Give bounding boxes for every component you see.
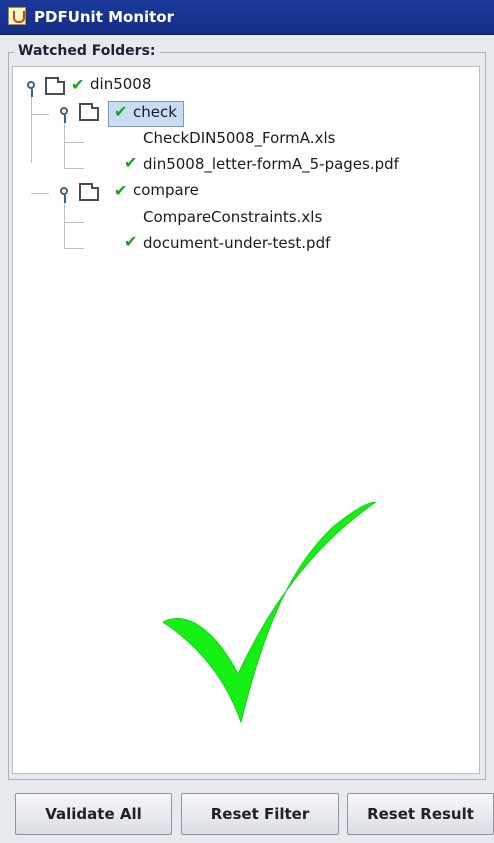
check-icon: ✔: [114, 181, 128, 200]
tree-item-file[interactable]: din5008_letter-formA_5-pages.pdf: [143, 155, 399, 173]
watched-folders-label: Watched Folders:: [14, 43, 160, 59]
tree-connector: [64, 222, 84, 223]
check-icon: ✔: [124, 232, 138, 251]
big-check-icon: [163, 502, 377, 724]
reset-filter-label: Reset Filter: [210, 805, 310, 823]
tree-connector: [31, 193, 49, 194]
button-bar: Validate All Reset Filter Reset Result: [0, 788, 494, 843]
tree-connector: [64, 121, 65, 169]
check-icon: ✔: [124, 153, 138, 172]
check-icon: ✔: [71, 75, 85, 94]
title-bar: PDFUnit Monitor: [0, 0, 494, 35]
window-title: PDFUnit Monitor: [34, 8, 175, 26]
folder-icon: [79, 183, 99, 201]
app-window: PDFUnit Monitor Watched Folders: ✔ din50…: [0, 0, 494, 843]
tree-item-file[interactable]: CompareConstraints.xls: [143, 208, 322, 226]
reset-result-label: Reset Result: [367, 805, 474, 823]
tree-item-file[interactable]: document-under-test.pdf: [143, 234, 330, 252]
tree-item-compare[interactable]: compare: [133, 181, 199, 199]
reset-filter-button[interactable]: Reset Filter: [181, 793, 339, 835]
tree-connector: [64, 248, 84, 249]
java-app-icon: [8, 7, 26, 25]
folder-icon: [45, 77, 65, 95]
tree-handle-icon[interactable]: [60, 187, 68, 203]
validate-all-label: Validate All: [45, 805, 142, 823]
tree-item-check[interactable]: check: [133, 103, 177, 121]
folder-tree[interactable]: ✔ din5008 ✔ check CheckDIN5008_FormA.xls…: [12, 66, 480, 774]
reset-result-button[interactable]: Reset Result: [347, 793, 494, 835]
tree-item-din5008[interactable]: din5008: [90, 75, 151, 93]
folder-icon: [79, 103, 99, 121]
tree-handle-icon[interactable]: [27, 81, 35, 97]
tree-connector: [64, 168, 84, 169]
tree-handle-icon[interactable]: [60, 107, 68, 123]
tree-item-file[interactable]: CheckDIN5008_FormA.xls: [143, 129, 335, 147]
tree-connector: [31, 114, 49, 115]
validate-all-button[interactable]: Validate All: [15, 793, 172, 835]
check-icon: ✔: [114, 102, 128, 121]
tree-connector: [64, 201, 65, 249]
tree-connector: [64, 142, 84, 143]
